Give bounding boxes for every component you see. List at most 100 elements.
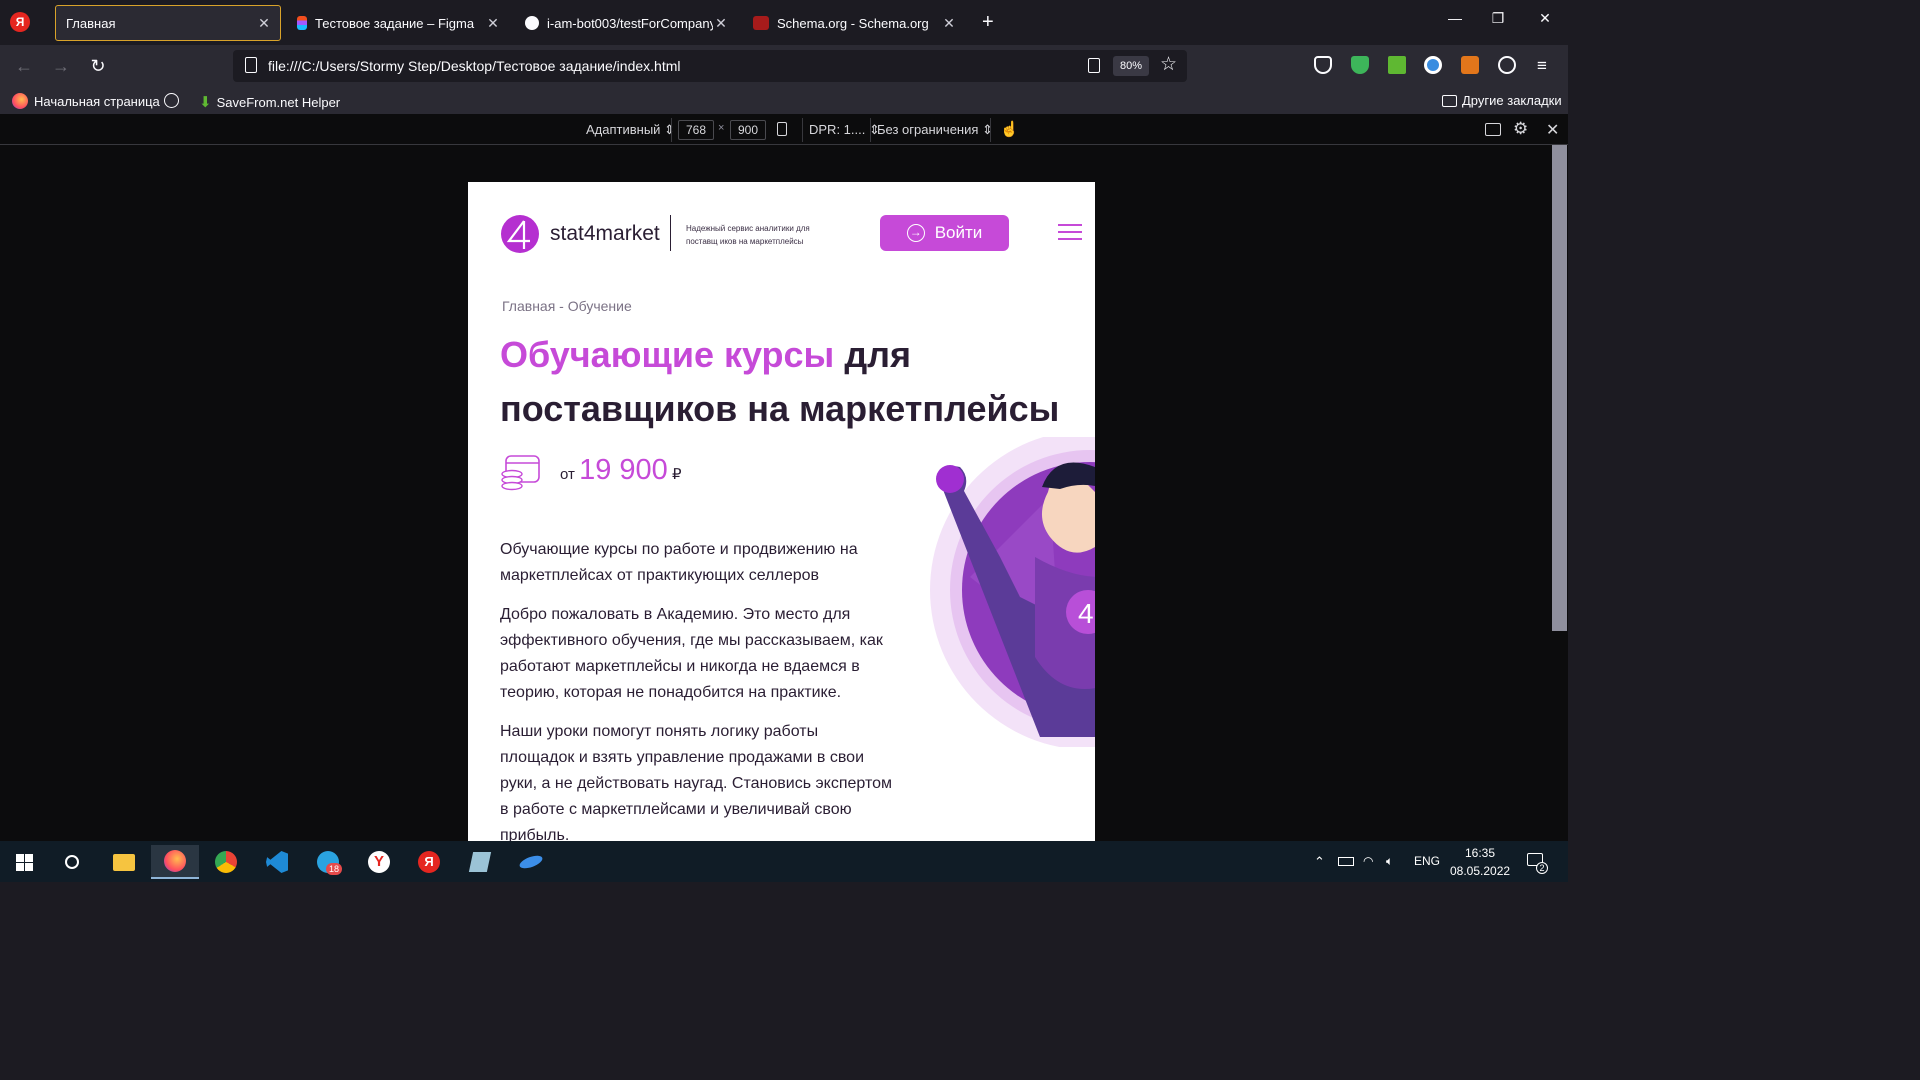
tab-github[interactable]: i-am-bot003/testForCompany-I ✕ — [515, 5, 737, 41]
throttle-label: Без ограничения — [877, 122, 979, 137]
close-tab-icon[interactable]: ✕ — [485, 15, 501, 32]
intro-paragraph: Обучающие курсы по работе и продвижению … — [500, 541, 858, 584]
app-icon[interactable] — [507, 845, 555, 879]
bookmark-star-icon[interactable]: ☆ — [1160, 53, 1177, 76]
viewport-width-input[interactable]: 768 — [678, 120, 714, 140]
globe-icon — [164, 93, 179, 108]
dimension-separator: × — [718, 122, 725, 134]
close-rdm-icon[interactable]: ✕ — [1546, 120, 1559, 140]
price-value: 19 900 — [579, 454, 668, 486]
tab-bar: Я Главная ✕ Тестовое задание – Figma ✕ i… — [0, 0, 1568, 45]
minimize-icon[interactable]: — — [1440, 10, 1470, 26]
lessons-paragraph: Наши уроки помогут понять логику работы … — [500, 723, 892, 841]
tab-title: Главная — [66, 15, 116, 31]
close-window-icon[interactable]: ✕ — [1530, 10, 1560, 27]
price: от 19 900 ₽ — [560, 454, 681, 487]
start-windows-icon[interactable] — [0, 845, 48, 879]
logo-divider — [670, 215, 671, 251]
reader-view-icon[interactable] — [1088, 58, 1100, 73]
settings-gear-icon[interactable]: ⚙ — [1513, 119, 1528, 139]
tab-figma[interactable]: Тестовое задание – Figma ✕ — [287, 5, 509, 41]
battery-icon[interactable] — [1338, 857, 1354, 866]
divider — [990, 118, 991, 142]
back-icon[interactable]: ← — [12, 54, 36, 78]
tab-home[interactable]: Главная ✕ — [55, 5, 281, 41]
savefrom-download-icon[interactable] — [1388, 56, 1406, 74]
breadcrumb[interactable]: Главная - Обучение — [502, 298, 632, 314]
file-explorer-icon[interactable] — [100, 845, 148, 879]
divider — [802, 118, 803, 142]
touch-simulation-icon[interactable]: ☝ — [1000, 120, 1019, 138]
clock-date[interactable]: 08.05.2022 — [1450, 864, 1510, 878]
vscode-icon[interactable] — [253, 845, 301, 879]
other-bookmarks-label: Другие закладки — [1462, 93, 1562, 108]
bookmark-label: SaveFrom.net Helper — [216, 94, 341, 110]
notes-app-icon[interactable] — [456, 845, 504, 879]
bookmark-savefrom[interactable]: ⬇ SaveFrom.net Helper — [199, 93, 340, 111]
firefox-icon — [12, 93, 28, 109]
telegram-badge: 18 — [326, 863, 343, 875]
dpr-label: DPR: 1.... — [809, 122, 866, 137]
tab-schema[interactable]: Schema.org - Schema.org ✕ — [743, 5, 965, 41]
chrome-icon[interactable] — [202, 845, 250, 879]
pocket-icon[interactable] — [1314, 56, 1332, 74]
reload-icon[interactable]: ↻ — [86, 54, 110, 78]
forward-icon[interactable]: → — [49, 54, 73, 78]
other-bookmarks[interactable]: Другие закладки — [1442, 93, 1562, 108]
clock-time[interactable]: 16:35 — [1465, 846, 1495, 860]
search-icon[interactable] — [48, 845, 96, 879]
close-tab-icon[interactable]: ✕ — [256, 15, 272, 32]
notification-count: 2 — [1536, 862, 1548, 874]
yandex-browser-icon[interactable]: Я — [10, 12, 30, 32]
welcome-paragraph: Добро пожаловать в Академию. Это место д… — [500, 606, 883, 701]
bookmark-globe[interactable] — [164, 93, 179, 108]
login-button[interactable]: → Войти — [880, 215, 1009, 251]
bookmark-label: Начальная страница — [34, 93, 160, 109]
logo-text: stat4market — [550, 222, 660, 245]
stat4market-logo-icon[interactable] — [500, 214, 540, 254]
logo-wordmark[interactable]: stat4market — [550, 222, 660, 246]
device-label: Адаптивный — [586, 122, 661, 137]
new-tab-icon[interactable]: + — [982, 11, 994, 34]
divider — [671, 118, 672, 142]
scrollbar[interactable] — [1551, 145, 1568, 841]
throttle-selector[interactable]: Без ограничения ⇕ — [877, 122, 993, 138]
wifi-icon[interactable]: ◠ — [1363, 854, 1373, 868]
language-indicator[interactable]: ENG — [1414, 854, 1440, 868]
device-selector[interactable]: Адаптивный ⇕ — [586, 122, 675, 138]
github-icon — [525, 16, 539, 30]
hamburger-menu-icon[interactable] — [1058, 224, 1082, 242]
viewport-height-input[interactable]: 900 — [730, 120, 766, 140]
bookmark-home[interactable]: Начальная страница — [12, 93, 160, 109]
scrollbar-thumb[interactable] — [1552, 145, 1567, 631]
figma-icon — [297, 16, 307, 30]
screenshot-icon[interactable] — [1485, 123, 1501, 136]
yandex-icon[interactable]: Я — [405, 845, 453, 879]
page-title-accent: Обучающие курсы — [500, 334, 835, 375]
file-icon — [245, 57, 257, 73]
wallet-coins-icon — [501, 455, 540, 491]
close-tab-icon[interactable]: ✕ — [713, 15, 729, 32]
metamask-fox-icon[interactable] — [1461, 56, 1479, 74]
adguard-shield-icon[interactable] — [1351, 56, 1369, 74]
zoom-level[interactable]: 80% — [1113, 56, 1149, 76]
close-tab-icon[interactable]: ✕ — [941, 15, 957, 32]
rotate-device-icon[interactable] — [777, 122, 787, 136]
login-label: Войти — [934, 223, 983, 242]
show-hidden-icons-icon[interactable]: ⌃ — [1314, 854, 1325, 870]
menu-icon[interactable]: ≡ — [1537, 56, 1547, 76]
address-bar[interactable]: file:///C:/Users/Stormy Step/Desktop/Тес… — [233, 50, 1187, 82]
restore-icon[interactable]: ❐ — [1483, 10, 1513, 27]
tab-title: Тестовое задание – Figma — [315, 15, 475, 31]
price-from: от — [560, 466, 575, 483]
url-text[interactable]: file:///C:/Users/Stormy Step/Desktop/Тес… — [268, 58, 681, 74]
navigation-toolbar: ← → ↻ file:///C:/Users/Stormy Step/Deskt… — [0, 45, 1568, 109]
folder-icon — [1442, 94, 1457, 107]
yandex-browser-taskbar-icon[interactable]: Y — [355, 845, 403, 879]
telegram-icon[interactable]: 18 — [304, 845, 352, 879]
firefox-taskbar-icon[interactable] — [151, 845, 199, 879]
extension-globe-icon[interactable] — [1424, 56, 1442, 74]
sync-extension-icon[interactable] — [1498, 56, 1516, 74]
download-arrow-icon: ⬇ — [199, 94, 212, 111]
volume-icon[interactable]: 🔈︎ — [1386, 854, 1393, 869]
